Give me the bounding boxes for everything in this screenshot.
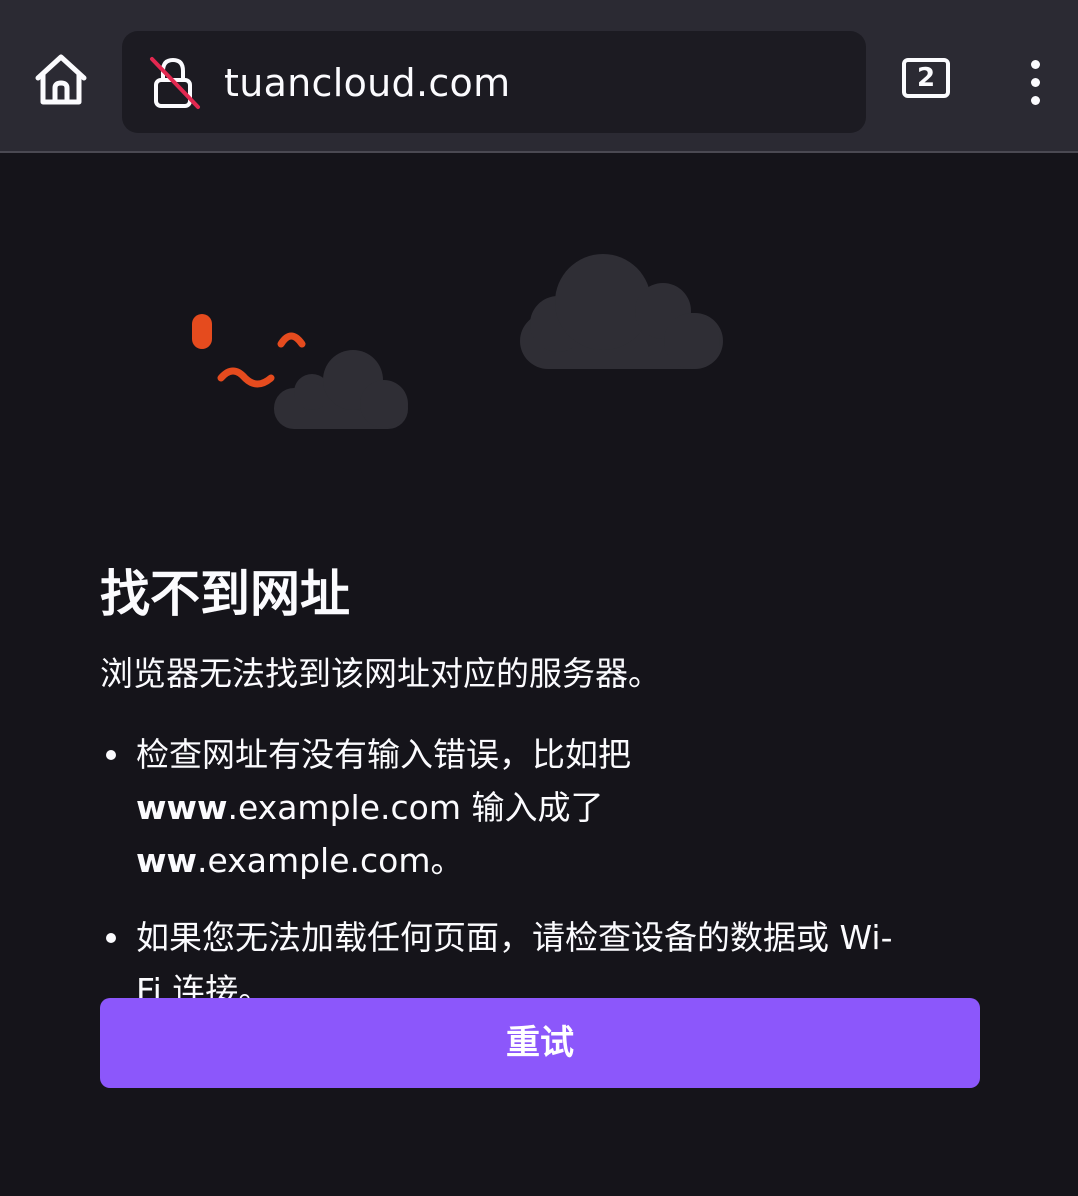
menu-button[interactable]: [1016, 56, 1056, 110]
url-bar[interactable]: tuancloud.com: [122, 31, 866, 133]
home-button[interactable]: [28, 50, 94, 110]
url-text[interactable]: tuancloud.com: [224, 59, 510, 107]
suggestion-check-url: 检查网址有没有输入错误，比如把 www.example.com 输入成了 ww.…: [100, 728, 940, 887]
disconnected-clouds-illustration: [192, 254, 723, 429]
error-title: 找不到网址: [100, 565, 350, 623]
suggestion-list: 检查网址有没有输入错误，比如把 www.example.com 输入成了 ww.…: [100, 728, 940, 1041]
plug-illustration: [192, 314, 212, 349]
error-description: 浏览器无法找到该网址对应的服务器。: [100, 654, 661, 693]
home-icon: [35, 54, 87, 105]
retry-button[interactable]: 重试: [100, 998, 980, 1088]
browser-toolbar: tuancloud.com 2: [0, 0, 1078, 153]
tab-count-badge: 2: [902, 58, 950, 98]
insecure-lock-icon[interactable]: [148, 55, 204, 111]
small-cloud: [274, 350, 408, 429]
tabs-button[interactable]: 2: [898, 58, 954, 106]
large-cloud: [520, 254, 723, 369]
